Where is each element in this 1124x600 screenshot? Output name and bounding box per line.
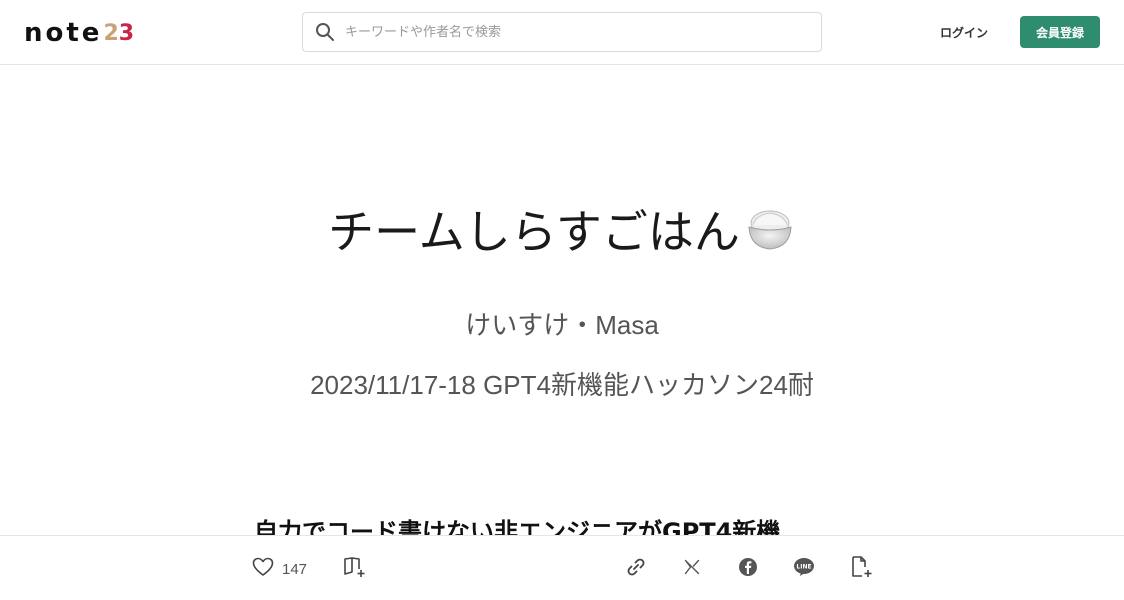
x-icon bbox=[684, 559, 700, 579]
facebook-icon bbox=[738, 557, 758, 581]
document-add-icon bbox=[849, 555, 873, 583]
like-button[interactable]: 147 bbox=[252, 556, 318, 582]
svg-text:LINE: LINE bbox=[796, 564, 811, 571]
logo-wordmark: note bbox=[24, 18, 103, 48]
signup-button[interactable]: 会員登録 bbox=[1020, 16, 1100, 48]
cover-title-text: チームしらすごはん bbox=[328, 205, 740, 259]
search-icon[interactable] bbox=[305, 12, 345, 52]
line-icon: LINE bbox=[793, 557, 815, 581]
heart-icon bbox=[252, 557, 274, 581]
share-facebook-button[interactable] bbox=[736, 556, 760, 582]
search-box[interactable] bbox=[302, 12, 822, 52]
login-button[interactable]: ログイン bbox=[930, 20, 998, 44]
share-x-button[interactable] bbox=[680, 556, 704, 582]
cover-event: 2023/11/17-18 GPT4新機能ハッカソン24耐 bbox=[310, 370, 814, 400]
copy-link-button[interactable] bbox=[623, 556, 649, 582]
article-action-bar: 147 LINE bbox=[0, 535, 1124, 600]
link-icon bbox=[625, 556, 647, 582]
share-line-button[interactable]: LINE bbox=[792, 556, 816, 582]
logo-year-badge: 23 bbox=[103, 21, 135, 46]
note-logo[interactable]: note 23 bbox=[24, 18, 134, 48]
search-input[interactable] bbox=[345, 14, 805, 50]
add-to-magazine-button[interactable] bbox=[342, 556, 368, 582]
site-header: note 23 ログイン 会員登録 bbox=[0, 0, 1124, 65]
cover-title: チームしらすごはん bbox=[0, 196, 1124, 262]
rice-bowl-icon bbox=[744, 203, 796, 255]
embed-button[interactable] bbox=[848, 556, 874, 582]
magazine-add-icon bbox=[343, 556, 367, 582]
cover-authors: けいすけ・Masa bbox=[465, 310, 659, 340]
like-count: 147 bbox=[282, 560, 308, 578]
